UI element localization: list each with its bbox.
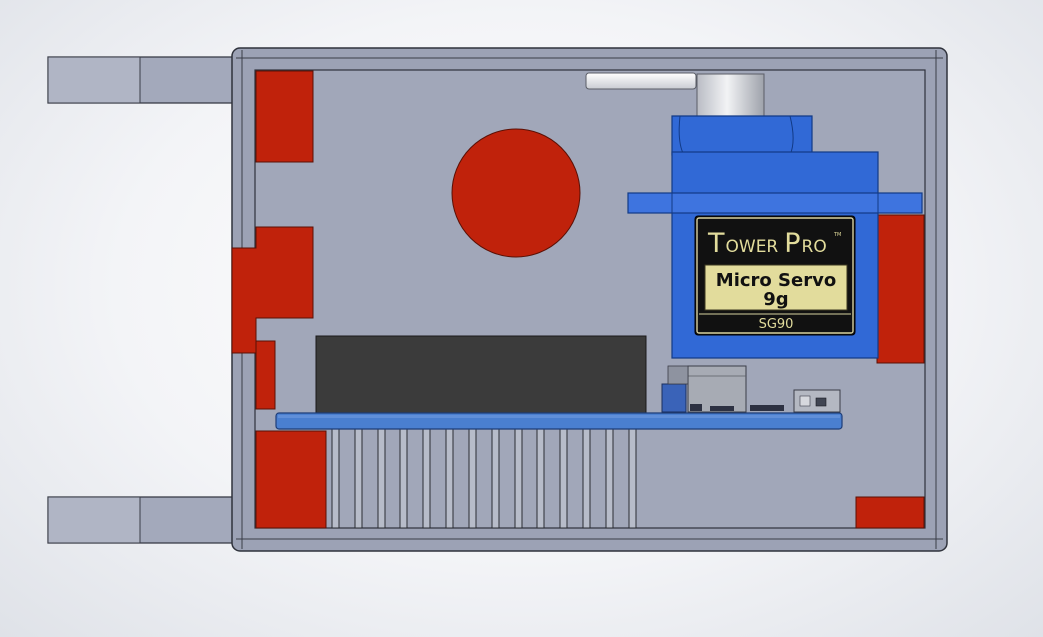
servo-label: TOWER PRO TM Micro Servo 9g SG90 [694,215,856,336]
servo-product-line1: Micro Servo [716,270,836,291]
brand-initial-1: T [707,228,725,259]
servo-shaft [696,73,765,117]
brand-rest-2: RO [802,237,827,257]
mounting-tab-bottom [47,496,239,544]
cad-drawing: TOWER PRO TM Micro Servo 9g SG90 [47,47,948,552]
trademark-mark: TM [833,232,841,238]
cutout-bottom-left [255,430,327,529]
relay-module-block [315,335,647,415]
cutout-right-servo [876,214,925,364]
jack-blue [661,383,687,413]
servo-product-line2: 9g [763,289,788,310]
pcb-board [275,412,843,430]
cutout-top-left [255,70,314,163]
cutout-small-left [255,340,276,410]
servo-horn [585,72,697,90]
mounting-tab-top [47,56,239,104]
round-cutout [451,128,581,258]
cutout-bottom-right [855,496,925,529]
brand-rest-1: OWER [726,237,779,257]
brand-initial-2: P [784,228,800,259]
servo-model: SG90 [759,317,794,332]
